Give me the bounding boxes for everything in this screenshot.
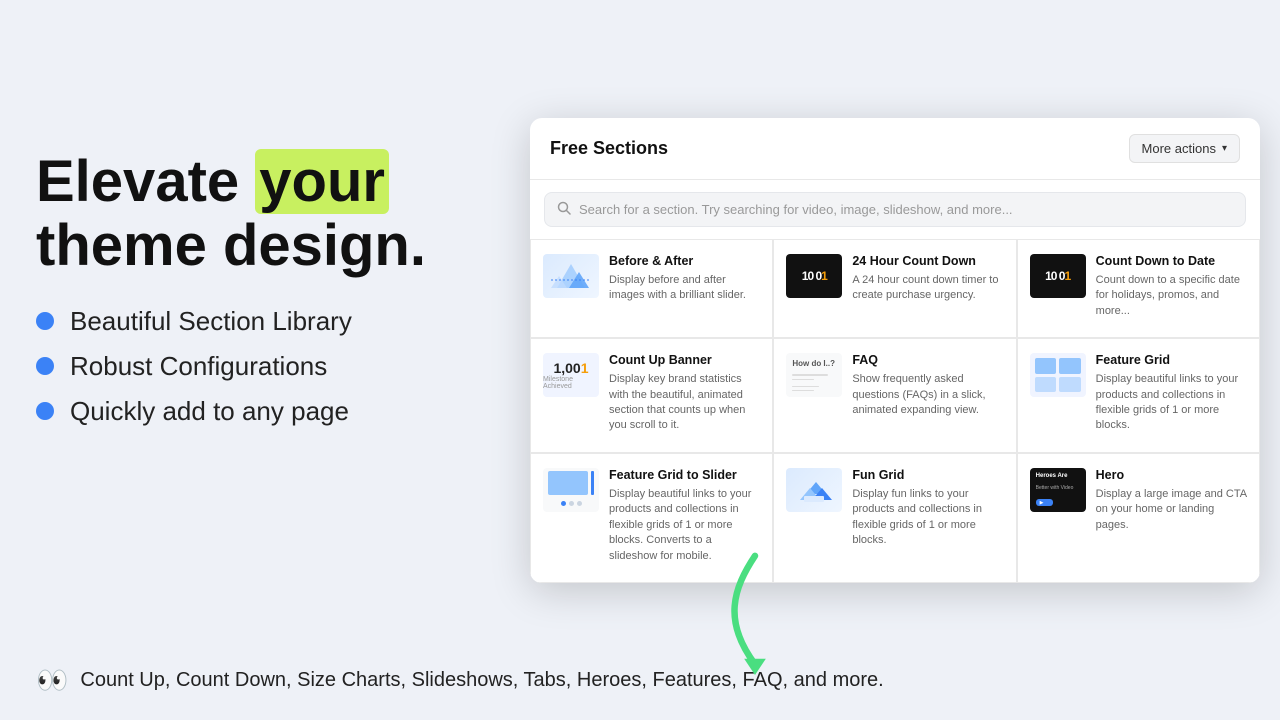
- section-thumb-countup: 1,001 Milestone Achieved: [543, 353, 599, 397]
- section-thumb-countdown-date: 10 01: [1030, 254, 1086, 298]
- section-name-countup: Count Up Banner: [609, 353, 760, 368]
- bullet-text-1: Beautiful Section Library: [70, 306, 352, 337]
- section-name-countdown-24: 24 Hour Count Down: [852, 254, 1003, 269]
- section-card-countdown-date[interactable]: 10 01 Count Down to Date Count down to a…: [1017, 239, 1260, 338]
- section-card-before-after[interactable]: Before & After Display before and after …: [530, 239, 773, 338]
- section-desc-before-after: Display before and after images with a b…: [609, 273, 760, 304]
- section-info-countup: Count Up Banner Display key brand statis…: [609, 353, 760, 434]
- section-name-before-after: Before & After: [609, 254, 760, 269]
- section-name-feature-grid: Feature Grid: [1096, 353, 1247, 368]
- section-desc-countup: Display key brand statistics with the be…: [609, 372, 760, 434]
- section-card-hero[interactable]: Heroes Are Better with Video ▶ Hero Disp…: [1017, 453, 1260, 583]
- section-info-fun-grid: Fun Grid Display fun links to your produ…: [852, 468, 1003, 549]
- more-actions-label: More actions: [1142, 141, 1216, 156]
- section-desc-countdown-24: A 24 hour count down timer to create pur…: [852, 273, 1003, 304]
- bullet-dot-2: [36, 357, 54, 375]
- modal-title: Free Sections: [550, 138, 668, 159]
- section-thumb-feature-slider: [543, 468, 599, 512]
- section-info-countdown-date: Count Down to Date Count down to a speci…: [1096, 254, 1247, 319]
- bullet-item-1: Beautiful Section Library: [36, 306, 486, 337]
- section-thumb-before-after: [543, 254, 599, 298]
- section-name-countdown-date: Count Down to Date: [1096, 254, 1247, 269]
- section-thumb-hero: Heroes Are Better with Video ▶: [1030, 468, 1086, 512]
- search-placeholder-text: Search for a section. Try searching for …: [579, 202, 1013, 217]
- bullet-text-3: Quickly add to any page: [70, 396, 349, 427]
- green-arrow-decoration: [710, 545, 800, 675]
- more-actions-button[interactable]: More actions ▾: [1129, 134, 1240, 163]
- left-panel: Elevate yourtheme design. Beautiful Sect…: [36, 150, 486, 459]
- bullet-list: Beautiful Section Library Robust Configu…: [36, 306, 486, 427]
- section-info-faq: FAQ Show frequently asked questions (FAQ…: [852, 353, 1003, 418]
- section-card-countup[interactable]: 1,001 Milestone Achieved Count Up Banner…: [530, 338, 773, 453]
- sections-modal: Free Sections More actions ▾ Search for …: [530, 118, 1260, 583]
- eyes-emoji: 👀: [36, 665, 68, 696]
- headline-highlight: your: [255, 149, 389, 214]
- bullet-dot-1: [36, 312, 54, 330]
- section-card-fun-grid[interactable]: Fun Grid Display fun links to your produ…: [773, 453, 1016, 583]
- bullet-dot-3: [36, 402, 54, 420]
- headline: Elevate yourtheme design.: [36, 150, 486, 278]
- section-card-feature-grid[interactable]: Feature Grid Display beautiful links to …: [1017, 338, 1260, 453]
- section-desc-hero: Display a large image and CTA on your ho…: [1096, 487, 1247, 533]
- section-name-faq: FAQ: [852, 353, 1003, 368]
- search-icon: [557, 201, 571, 218]
- bullet-text-2: Robust Configurations: [70, 351, 327, 382]
- section-desc-feature-grid: Display beautiful links to your products…: [1096, 372, 1247, 434]
- section-info-before-after: Before & After Display before and after …: [609, 254, 760, 304]
- section-name-fun-grid: Fun Grid: [852, 468, 1003, 483]
- section-thumb-countdown-24: 10 01: [786, 254, 842, 298]
- search-bar[interactable]: Search for a section. Try searching for …: [544, 192, 1246, 227]
- section-info-countdown-24: 24 Hour Count Down A 24 hour count down …: [852, 254, 1003, 304]
- section-info-hero: Hero Display a large image and CTA on yo…: [1096, 468, 1247, 533]
- bullet-item-2: Robust Configurations: [36, 351, 486, 382]
- section-card-countdown-24[interactable]: 10 01 24 Hour Count Down A 24 hour count…: [773, 239, 1016, 338]
- section-desc-faq: Show frequently asked questions (FAQs) i…: [852, 372, 1003, 418]
- sections-grid: Before & After Display before and after …: [530, 239, 1260, 583]
- section-thumb-fun-grid: [786, 468, 842, 512]
- section-card-faq[interactable]: How do I..? FAQ Show frequently asked qu…: [773, 338, 1016, 453]
- section-thumb-faq: How do I..?: [786, 353, 842, 397]
- section-name-hero: Hero: [1096, 468, 1247, 483]
- modal-header: Free Sections More actions ▾: [530, 118, 1260, 180]
- section-info-feature-grid: Feature Grid Display beautiful links to …: [1096, 353, 1247, 434]
- section-name-feature-slider: Feature Grid to Slider: [609, 468, 760, 483]
- chevron-down-icon: ▾: [1222, 143, 1227, 154]
- section-desc-fun-grid: Display fun links to your products and c…: [852, 487, 1003, 549]
- section-thumb-feature-grid: [1030, 353, 1086, 397]
- section-desc-countdown-date: Count down to a specific date for holida…: [1096, 273, 1247, 319]
- bullet-item-3: Quickly add to any page: [36, 396, 486, 427]
